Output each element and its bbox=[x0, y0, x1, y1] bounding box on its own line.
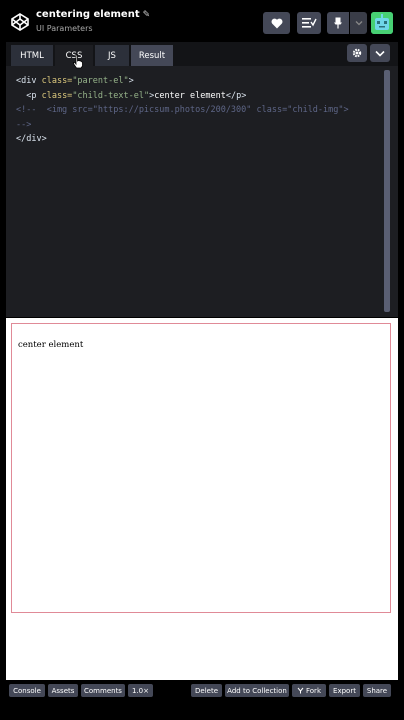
code-line-1: <div class="parent-el"> bbox=[16, 76, 134, 86]
console-button[interactable]: Console bbox=[9, 684, 45, 697]
child-text-el: center element bbox=[18, 340, 84, 350]
header: centering element ✎ UI Parameters bbox=[0, 0, 404, 40]
assets-button[interactable]: Assets bbox=[48, 684, 78, 697]
chevron-down-icon bbox=[355, 21, 362, 26]
pin-button[interactable] bbox=[327, 12, 349, 34]
tab-result[interactable]: Result bbox=[131, 45, 173, 66]
pin-icon bbox=[334, 17, 342, 29]
delete-button[interactable]: Delete bbox=[191, 684, 222, 697]
code-editor: HTML CSS JS Result <div class="parent-el… bbox=[6, 42, 398, 317]
change-view-icon bbox=[302, 18, 317, 28]
fork-label: Fork bbox=[306, 686, 321, 695]
pencil-icon[interactable]: ✎ bbox=[143, 10, 151, 20]
share-button[interactable]: Share bbox=[363, 684, 391, 697]
editor-settings-button[interactable] bbox=[347, 44, 367, 62]
fork-button[interactable]: Fork bbox=[292, 684, 326, 697]
heart-icon bbox=[271, 18, 282, 28]
add-to-collection-button[interactable]: Add to Collection bbox=[225, 684, 289, 697]
code-line-2: <p class="child-text-el">center element<… bbox=[16, 90, 247, 101]
gear-icon bbox=[352, 48, 362, 58]
result-preview: center element bbox=[6, 318, 398, 680]
pen-title-text: centering element bbox=[36, 9, 140, 20]
tab-html[interactable]: HTML bbox=[11, 45, 53, 66]
parent-el: center element bbox=[11, 323, 391, 613]
pin-menu-button[interactable] bbox=[350, 12, 367, 34]
fork-icon bbox=[297, 687, 304, 694]
user-avatar[interactable] bbox=[371, 12, 393, 34]
chevron-down-icon bbox=[375, 50, 385, 57]
change-view-button[interactable] bbox=[297, 12, 321, 34]
code-line-5: </div> bbox=[16, 134, 47, 144]
editor-collapse-button[interactable] bbox=[370, 44, 390, 62]
avatar-face-icon bbox=[371, 12, 393, 34]
tab-js[interactable]: JS bbox=[95, 45, 129, 66]
editor-tab-bar: HTML CSS JS Result bbox=[6, 42, 398, 66]
editor-scrollbar[interactable] bbox=[384, 70, 390, 312]
hand-cursor-icon bbox=[72, 54, 83, 69]
export-button[interactable]: Export bbox=[329, 684, 360, 697]
pen-subtitle[interactable]: UI Parameters bbox=[36, 24, 93, 33]
footer-bar: Console Assets Comments 1.0× Delete Add … bbox=[0, 680, 404, 720]
comments-button[interactable]: Comments bbox=[81, 684, 125, 697]
zoom-button[interactable]: 1.0× bbox=[128, 684, 153, 697]
pen-title[interactable]: centering element ✎ bbox=[36, 9, 150, 20]
heart-button[interactable] bbox=[263, 12, 290, 34]
code-line-3: <!-- <img src="https://picsum.photos/200… bbox=[16, 105, 349, 115]
code-line-4: --> bbox=[16, 119, 32, 130]
html-code[interactable]: <div class="parent-el"> <p class="child-… bbox=[16, 74, 349, 147]
codepen-logo-icon[interactable] bbox=[10, 12, 30, 32]
